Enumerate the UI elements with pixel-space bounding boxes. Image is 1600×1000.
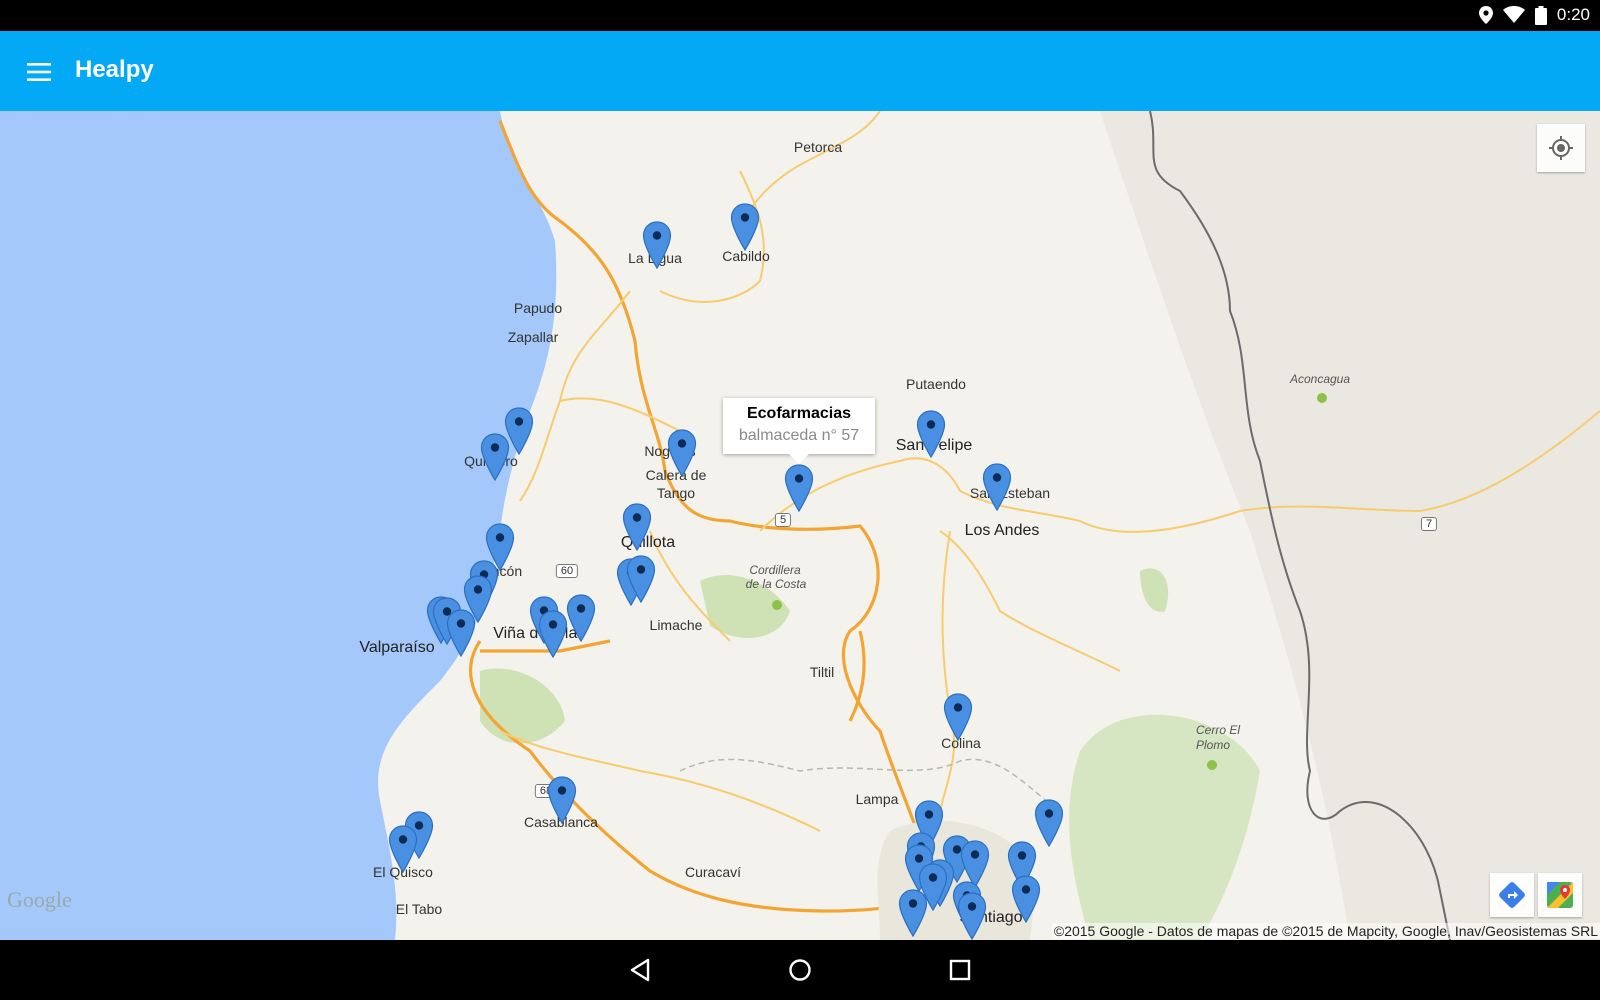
place-label: Papudo — [513, 300, 563, 316]
navigation-bar — [0, 940, 1600, 1000]
app-title: Healpy — [75, 56, 154, 83]
map-marker[interactable] — [446, 609, 476, 658]
back-button[interactable] — [620, 950, 660, 990]
google-maps-icon — [1547, 882, 1573, 908]
map-marker[interactable] — [538, 610, 568, 659]
place-label: Tiltil — [809, 664, 835, 680]
map-marker[interactable] — [547, 776, 577, 825]
battery-icon — [1534, 5, 1547, 25]
map-marker[interactable] — [943, 693, 973, 742]
directions-arrow-icon — [1499, 882, 1525, 908]
map-view[interactable]: Petorca La Ligua Cabildo Papudo Zapallar Puta… — [0, 111, 1600, 940]
info-window[interactable]: Ecofarmacias balmaceda n° 57 — [723, 398, 875, 464]
park-area — [1069, 714, 1260, 940]
map-pin-icon — [547, 776, 577, 825]
status-bar: 0:20 — [0, 0, 1600, 31]
place-label: Plomo — [1195, 738, 1231, 752]
place-label: Cordillera — [749, 563, 801, 577]
triangle-back-icon — [630, 958, 650, 982]
map-pin-icon — [622, 503, 652, 552]
map-pin-icon — [957, 892, 987, 940]
place-label: Cerro El — [1195, 723, 1241, 737]
status-icons: 0:20 — [1478, 5, 1590, 25]
place-label: Lampa — [855, 791, 899, 807]
place-label: Zapallar — [507, 329, 559, 345]
park-area — [1140, 568, 1169, 612]
place-label: Petorca — [793, 139, 843, 155]
map-base-layer — [0, 111, 1600, 940]
place-label: Aconcagua — [1289, 372, 1351, 386]
place-label: Putaendo — [906, 376, 966, 392]
map-attribution[interactable]: ©2015 Google - Datos de mapas de ©2015 d… — [1051, 923, 1600, 939]
map-marker[interactable] — [388, 825, 418, 874]
recents-button[interactable] — [940, 950, 980, 990]
map-marker[interactable] — [626, 555, 656, 604]
map-marker[interactable] — [957, 892, 987, 940]
map-marker[interactable] — [1034, 799, 1064, 848]
ocean — [0, 111, 557, 940]
square-recents-icon — [949, 959, 971, 981]
circle-home-icon — [789, 959, 811, 981]
wifi-icon — [1502, 6, 1525, 23]
map-pin-icon — [1034, 799, 1064, 848]
menu-button[interactable] — [18, 51, 60, 93]
status-time: 0:20 — [1556, 5, 1590, 24]
map-marker[interactable] — [898, 889, 928, 938]
route-shield: 60 — [555, 564, 579, 578]
home-button[interactable] — [780, 950, 820, 990]
my-location-button[interactable] — [1537, 124, 1585, 172]
map-pin-icon — [388, 825, 418, 874]
map-marker[interactable] — [566, 594, 596, 643]
app-bar: Healpy — [0, 31, 1600, 111]
map-marker[interactable] — [784, 464, 814, 513]
park-area — [480, 668, 565, 744]
place-label: Curacaví — [684, 864, 742, 880]
map-pin-icon — [784, 464, 814, 513]
map-marker[interactable] — [1011, 875, 1041, 924]
place-label: Valparaíso — [359, 639, 435, 656]
directions-button[interactable] — [1490, 873, 1534, 917]
place-label: Limache — [649, 617, 703, 633]
map-pin-icon — [642, 221, 672, 270]
location-icon — [1478, 6, 1493, 24]
map-pin-icon — [566, 594, 596, 643]
map-pin-icon — [667, 429, 697, 478]
map-marker[interactable] — [916, 410, 946, 459]
crosshair-icon — [1549, 136, 1573, 160]
map-pin-icon — [730, 203, 760, 252]
map-marker[interactable] — [480, 433, 510, 482]
route-shield: 7 — [1420, 517, 1438, 531]
map-pin-icon — [916, 410, 946, 459]
open-in-maps-button[interactable] — [1538, 873, 1582, 917]
hamburger-menu-icon — [27, 63, 51, 81]
place-label: El Tabo — [395, 901, 443, 917]
map-pin-icon — [943, 693, 973, 742]
route-shield: 5 — [774, 513, 792, 527]
map-marker[interactable] — [622, 503, 652, 552]
map-marker[interactable] — [982, 463, 1012, 512]
map-pin-icon — [898, 889, 928, 938]
google-logo: Google — [7, 887, 72, 912]
map-pin-icon — [626, 555, 656, 604]
map-marker[interactable] — [667, 429, 697, 478]
map-pin-icon — [446, 609, 476, 658]
map-marker[interactable] — [642, 221, 672, 270]
place-label: Tango — [656, 485, 696, 501]
map-pin-icon — [480, 433, 510, 482]
place-label: Los Andes — [964, 522, 1040, 539]
map-marker[interactable] — [730, 203, 760, 252]
info-window-subtitle: balmaceda n° 57 — [738, 427, 860, 444]
map-pin-icon — [982, 463, 1012, 512]
map-pin-icon — [1011, 875, 1041, 924]
map-pin-icon — [538, 610, 568, 659]
info-window-title: Ecofarmacias — [746, 405, 852, 422]
place-label: de la Costa — [745, 577, 807, 591]
